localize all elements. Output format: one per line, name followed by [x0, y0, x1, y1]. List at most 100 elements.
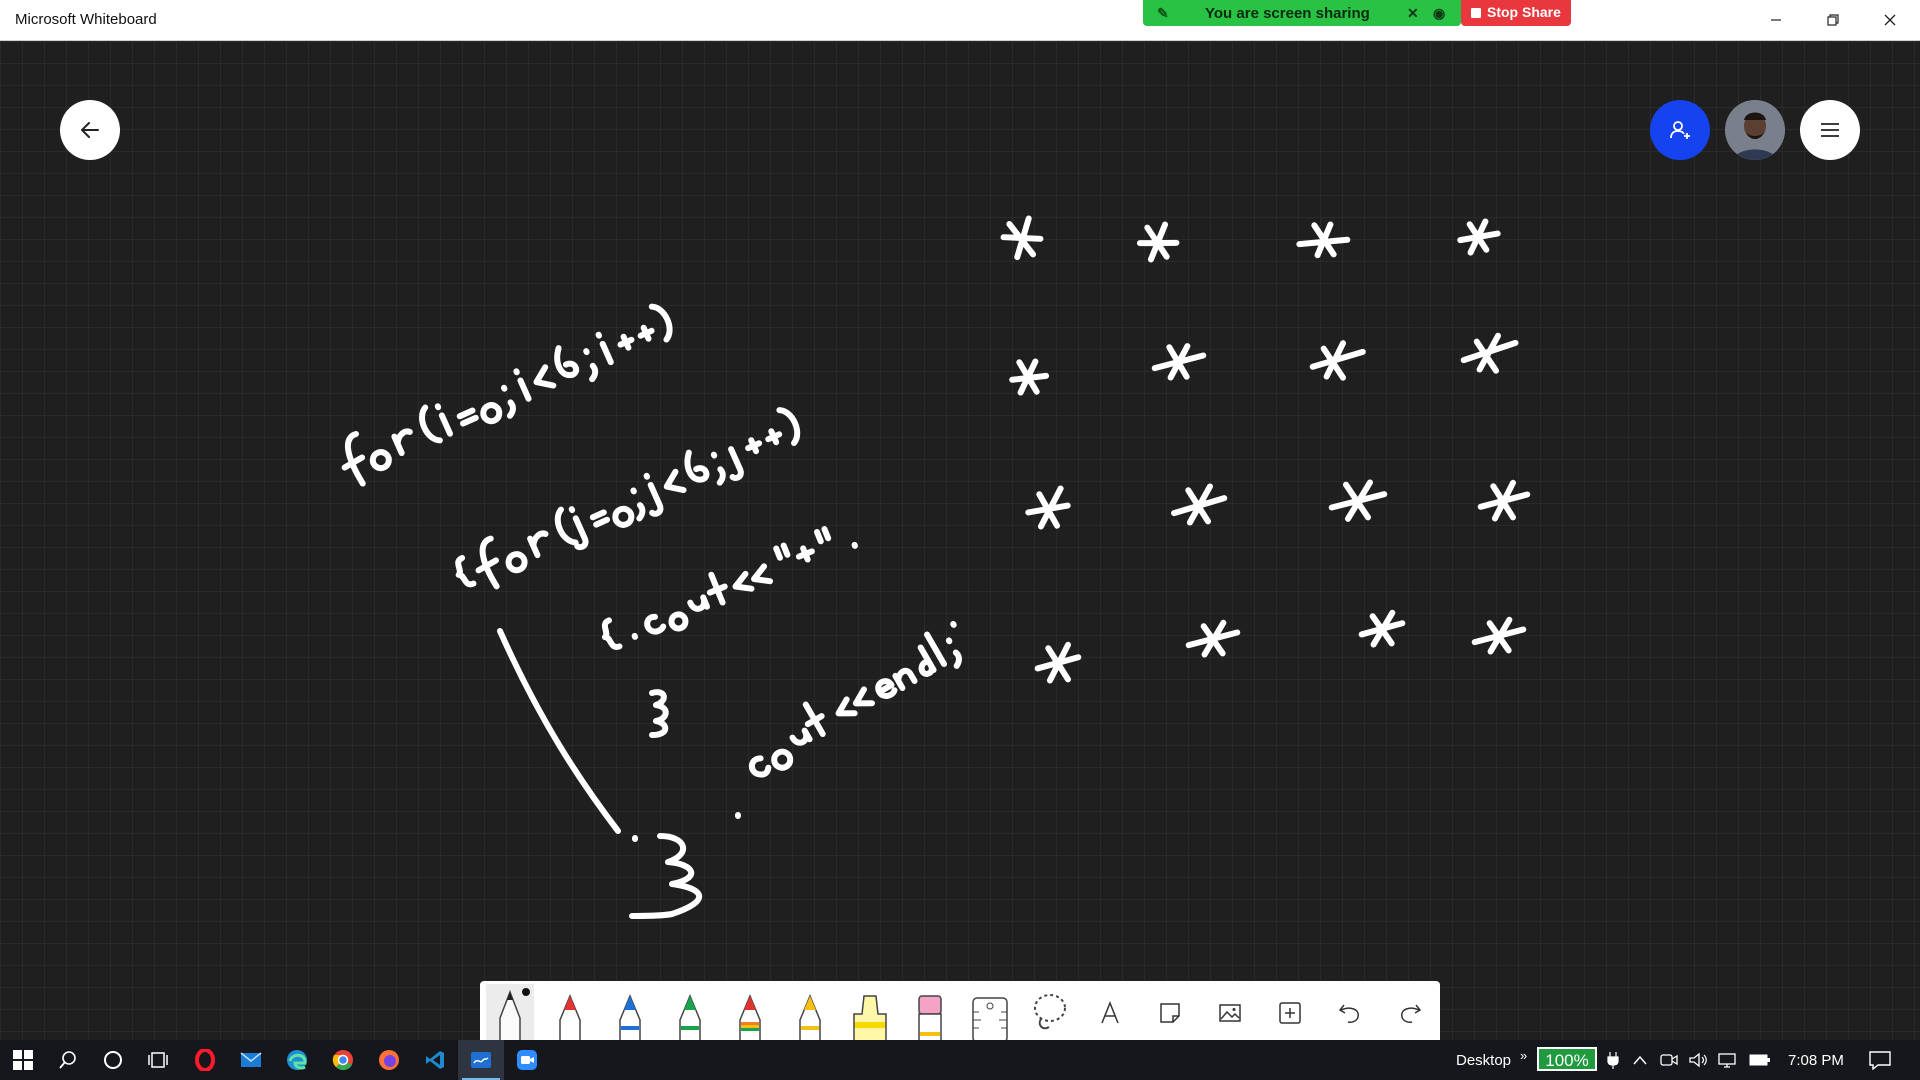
desktop-toolbar-label[interactable]: Desktop — [1456, 1052, 1511, 1069]
ink-brace-inner — [649, 689, 669, 738]
ink-star — [1171, 483, 1228, 526]
taskbar-edge[interactable] — [274, 1040, 320, 1080]
insert-tool[interactable] — [1266, 984, 1314, 1042]
ruler-tool[interactable] — [966, 984, 1014, 1042]
redo-icon — [1401, 1004, 1422, 1023]
pen-blue-tool[interactable] — [606, 984, 654, 1042]
share-pen-icon: ✎ — [1157, 5, 1169, 21]
insert-plus-icon — [1279, 1002, 1301, 1024]
edge-icon — [287, 1050, 307, 1070]
text-a-icon — [1101, 1001, 1119, 1024]
note-tool[interactable] — [1146, 984, 1194, 1042]
task-view-button[interactable] — [135, 1040, 181, 1080]
minimize-button[interactable] — [1748, 0, 1804, 40]
cortana-circle-icon — [104, 1051, 122, 1069]
taskbar-firefox[interactable] — [366, 1040, 412, 1080]
whiteboard-canvas[interactable] — [0, 41, 1920, 1040]
image-tool[interactable] — [1206, 984, 1254, 1042]
ink-code-handwriting — [341, 303, 962, 919]
arrow-left-icon — [81, 122, 99, 138]
back-button[interactable] — [60, 100, 120, 160]
taskbar-whiteboard[interactable] — [458, 1040, 504, 1080]
ink-star — [1471, 616, 1527, 655]
show-hidden-icons-button[interactable] — [1626, 1040, 1654, 1080]
network-monitor-icon — [1718, 1053, 1736, 1068]
screen-share-banner[interactable]: ✎ You are screen sharing ✕ ◉ — [1143, 0, 1461, 26]
taskbar-chrome[interactable] — [320, 1040, 366, 1080]
shield-icon: ◉ — [1433, 5, 1446, 21]
action-center-button[interactable] — [1858, 1040, 1902, 1080]
taskbar-zoom[interactable] — [504, 1040, 550, 1080]
pen-white-icon — [499, 989, 521, 1042]
user-avatar[interactable] — [1725, 100, 1785, 160]
text-tool[interactable] — [1086, 984, 1134, 1042]
search-icon — [59, 1051, 76, 1069]
eraser-tool[interactable] — [906, 984, 954, 1042]
battery-button[interactable] — [1745, 1040, 1775, 1080]
pen-rainbow-icon — [739, 994, 761, 1042]
ink-star — [1460, 332, 1519, 374]
whiteboard-icon — [471, 1052, 491, 1068]
restore-button[interactable] — [1805, 0, 1861, 40]
chrome-icon — [332, 1050, 353, 1071]
network-button[interactable] — [1713, 1040, 1743, 1080]
pen-green-icon — [679, 994, 701, 1042]
ink-star — [1457, 218, 1501, 256]
speaker-icon — [1689, 1052, 1707, 1068]
image-icon — [1219, 1004, 1241, 1022]
ink-layer — [341, 215, 1531, 919]
taskbar-opera[interactable] — [182, 1040, 228, 1080]
pen-white-tool[interactable] — [486, 984, 534, 1042]
meet-now-icon — [1660, 1054, 1678, 1066]
meet-now-button[interactable] — [1655, 1040, 1683, 1080]
stop-share-button[interactable]: Stop Share — [1461, 0, 1571, 26]
stop-share-label: Stop Share — [1487, 4, 1561, 20]
close-icon — [1884, 14, 1896, 26]
pen-green-tool[interactable] — [666, 984, 714, 1042]
sticky-note-icon — [1160, 1003, 1180, 1023]
minimize-icon — [1771, 19, 1781, 21]
search-button[interactable] — [45, 1040, 91, 1080]
lasso-icon — [1034, 994, 1066, 1030]
ink-star — [1296, 221, 1351, 259]
highlighter-icon — [853, 995, 887, 1042]
pen-yellow-tool[interactable] — [786, 984, 834, 1042]
power-plug-icon — [1600, 1040, 1626, 1080]
title-bar: Microsoft Whiteboard ✎ You are screen sh… — [0, 0, 1920, 41]
mute-mic-icon[interactable]: ✕ — [1407, 5, 1419, 22]
battery-percent-badge: 100% — [1537, 1047, 1597, 1071]
lasso-tool[interactable] — [1026, 984, 1074, 1042]
redo-button[interactable] — [1386, 984, 1434, 1042]
ink-star — [1009, 358, 1050, 396]
pen-red-icon — [559, 994, 581, 1042]
highlighter-tool[interactable] — [846, 984, 894, 1042]
active-indicator — [522, 988, 530, 996]
undo-icon — [1338, 1004, 1359, 1023]
ink-star — [1136, 221, 1180, 263]
pen-red-tool[interactable] — [546, 984, 594, 1042]
cortana-button[interactable] — [90, 1040, 136, 1080]
ink-star — [1358, 609, 1406, 648]
menu-button[interactable] — [1800, 100, 1860, 160]
close-button[interactable] — [1862, 0, 1918, 40]
volume-button[interactable] — [1684, 1040, 1712, 1080]
firefox-icon — [379, 1050, 399, 1070]
restore-icon — [1827, 14, 1839, 26]
pen-yellow-icon — [799, 994, 821, 1042]
add-person-icon — [1670, 121, 1690, 139]
start-button[interactable] — [0, 1040, 46, 1080]
inking-toolbar — [480, 981, 1440, 1042]
chevron-up-icon — [1633, 1055, 1647, 1065]
app-title: Microsoft Whiteboard — [15, 11, 157, 28]
invite-button[interactable] — [1650, 100, 1710, 160]
clock-time[interactable]: 7:08 PM — [1788, 1052, 1844, 1069]
pen-rainbow-tool[interactable] — [726, 984, 774, 1042]
ink-star — [1309, 340, 1366, 381]
windows-logo-icon — [13, 1050, 33, 1070]
avatar-photo — [1725, 100, 1785, 160]
taskbar-mail[interactable] — [228, 1040, 274, 1080]
ink-star — [1185, 619, 1241, 658]
taskbar-vscode[interactable] — [412, 1040, 458, 1080]
toolbar-chevron[interactable]: » — [1520, 1048, 1527, 1063]
undo-button[interactable] — [1326, 984, 1374, 1042]
